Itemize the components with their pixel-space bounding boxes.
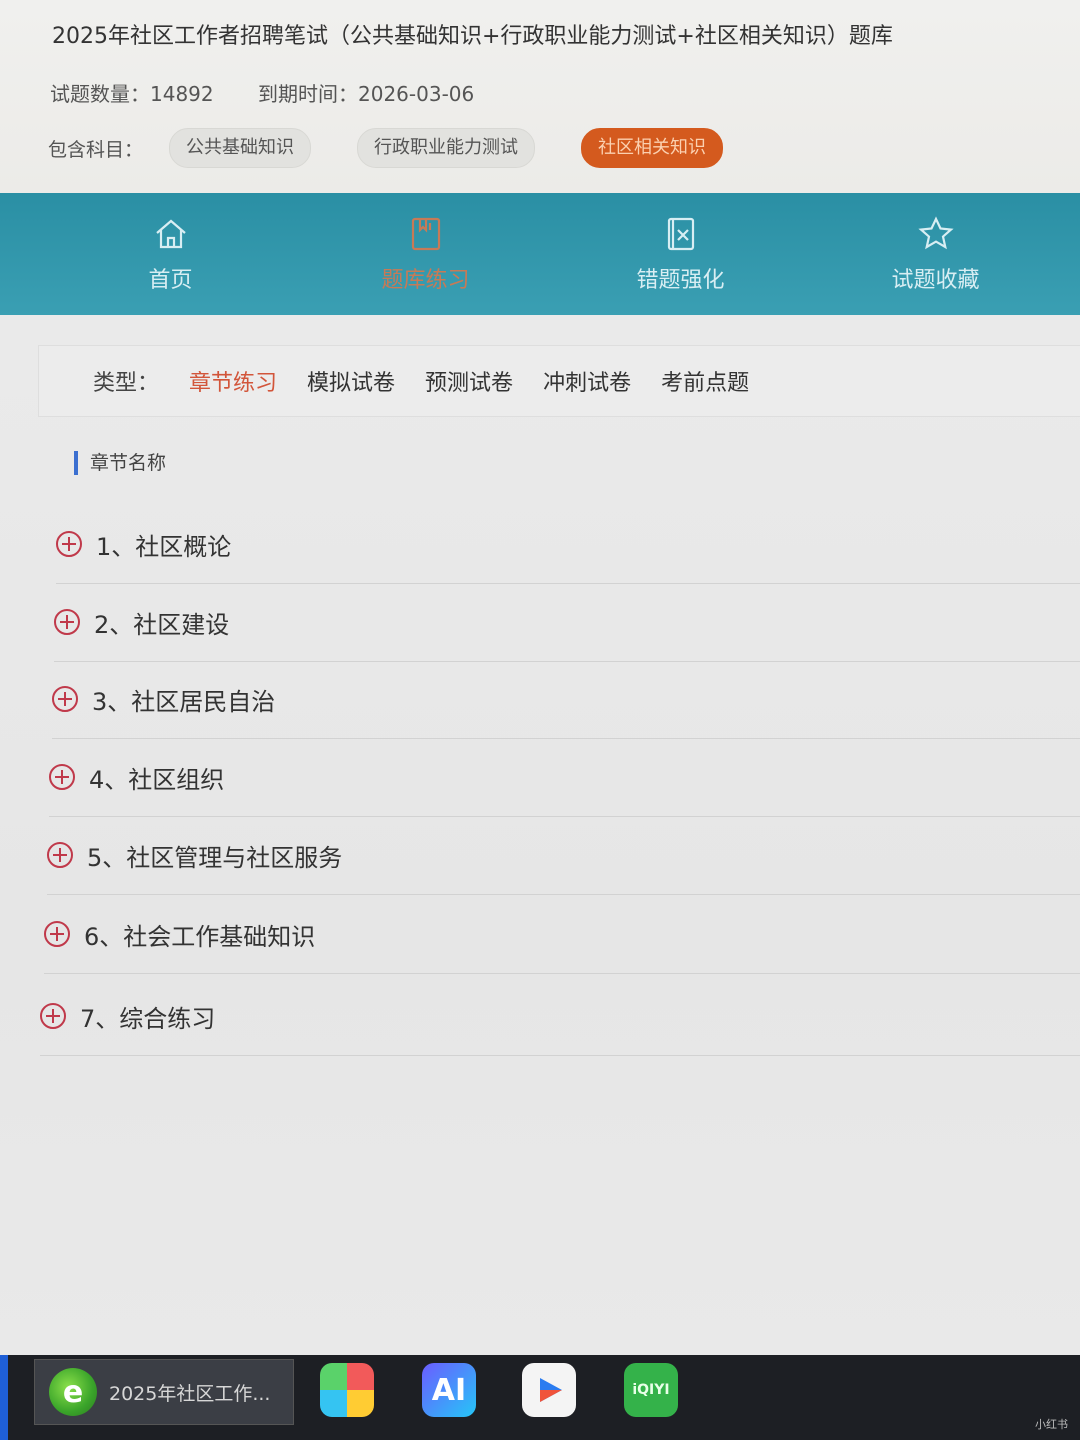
type-mock-exam[interactable]: 模拟试卷 [307, 365, 395, 397]
subjects-row: 包含科目： 公共基础知识 行政职业能力测试 社区相关知识 [48, 128, 769, 168]
type-pre-exam-tips[interactable]: 考前点题 [661, 365, 749, 397]
chapter-item[interactable]: 7、综合练习 [40, 977, 1080, 1056]
type-chapter-practice[interactable]: 章节练习 [189, 365, 277, 397]
browser-e-icon: e [49, 1368, 97, 1416]
chapter-item[interactable]: 2、社区建设 [54, 583, 1080, 662]
nav-wrong-questions[interactable]: 错题强化 [553, 193, 808, 315]
expand-plus-icon[interactable] [52, 686, 78, 712]
question-count: 试题数量：14892 [50, 82, 214, 106]
chapter-heading: 章节名称 [74, 451, 166, 475]
chapter-item[interactable]: 1、社区概论 [56, 505, 1080, 584]
nav-question-bank[interactable]: 题库练习 [298, 193, 553, 315]
type-forecast-exam[interactable]: 预测试卷 [425, 365, 513, 397]
nav-favorites[interactable]: 试题收藏 [808, 193, 1063, 315]
start-edge[interactable] [0, 1355, 8, 1440]
colorful-app-icon[interactable] [320, 1363, 374, 1417]
content-area: 类型： 章节练习 模拟试卷 预测试卷 冲刺试卷 考前点题 章节名称 1、社区概论… [0, 315, 1080, 1355]
subject-pill-admin[interactable]: 行政职业能力测试 [357, 128, 536, 168]
expand-plus-icon[interactable] [40, 1003, 66, 1029]
expire-date: 到期时间：2026-03-06 [258, 82, 475, 106]
book-icon [411, 217, 440, 251]
expand-plus-icon[interactable] [44, 921, 70, 947]
expand-plus-icon[interactable] [54, 609, 80, 635]
home-icon [155, 219, 186, 249]
watermark: 小红书 [1035, 1418, 1068, 1431]
star-icon [917, 216, 954, 250]
header-panel: 2025年社区工作者招聘笔试（公共基础知识+行政职业能力测试+社区相关知识）题库… [0, 0, 1080, 195]
type-filter-bar: 类型： 章节练习 模拟试卷 预测试卷 冲刺试卷 考前点题 [38, 345, 1080, 417]
type-label: 类型： [93, 371, 160, 396]
iqiyi-app-icon[interactable]: iQIYI [624, 1363, 678, 1417]
ai-app-icon[interactable]: AI [422, 1363, 476, 1417]
player-app-icon[interactable] [522, 1363, 576, 1417]
type-sprint-exam[interactable]: 冲刺试卷 [543, 365, 631, 397]
expand-plus-icon[interactable] [47, 842, 73, 868]
subject-pill-public[interactable]: 公共基础知识 [169, 128, 312, 168]
taskbar-browser-window[interactable]: e 2025年社区工作... [34, 1359, 294, 1425]
wrong-icon [667, 217, 694, 251]
main-nav: 首页 题库练习 错题强化 试题收藏 [0, 193, 1080, 315]
taskbar: e 2025年社区工作... AI iQIYI 小红书 [0, 1355, 1080, 1440]
chapter-item[interactable]: 5、社区管理与社区服务 [47, 816, 1080, 895]
chapter-item[interactable]: 6、社会工作基础知识 [44, 895, 1080, 974]
expand-plus-icon[interactable] [49, 764, 75, 790]
chapter-item[interactable]: 4、社区组织 [49, 738, 1080, 817]
chapter-item[interactable]: 3、社区居民自治 [52, 660, 1080, 739]
expand-plus-icon[interactable] [56, 531, 82, 557]
page-title: 2025年社区工作者招聘笔试（公共基础知识+行政职业能力测试+社区相关知识）题库 [52, 24, 893, 49]
subject-pill-community[interactable]: 社区相关知识 [581, 128, 724, 168]
play-icon [540, 1378, 562, 1402]
nav-home[interactable]: 首页 [43, 193, 298, 315]
